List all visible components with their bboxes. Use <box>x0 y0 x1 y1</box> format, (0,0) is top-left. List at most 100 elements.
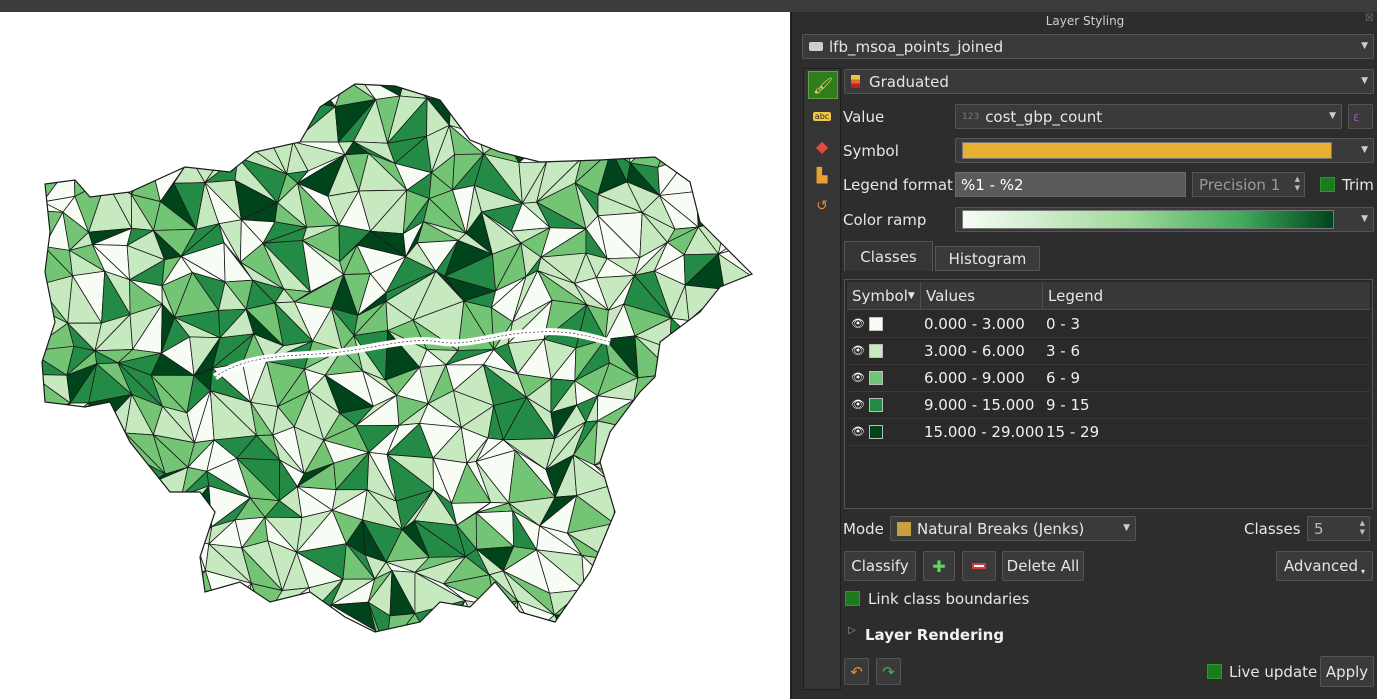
legend-format-input[interactable]: %1 - %2 <box>955 172 1186 197</box>
mode-select[interactable]: Natural Breaks (Jenks) ▼ <box>890 516 1136 541</box>
msoa-area <box>626 516 671 554</box>
class-symbol-swatch[interactable] <box>869 344 883 358</box>
3d-view-tab[interactable]: ◆ <box>808 133 836 159</box>
value-field-select[interactable]: 123 cost_gbp_count ▼ <box>955 104 1342 129</box>
msoa-area <box>653 373 703 411</box>
undo-button[interactable]: ↶ <box>844 658 869 685</box>
msoa-area <box>73 580 85 618</box>
msoa-area <box>645 430 674 451</box>
class-values[interactable]: 6.000 - 9.000 <box>924 369 1025 387</box>
visibility-eye-icon[interactable]: 👁 <box>851 317 865 330</box>
visibility-eye-icon[interactable]: 👁 <box>851 371 865 384</box>
class-legend[interactable]: 3 - 6 <box>1046 342 1080 360</box>
class-legend[interactable]: 6 - 9 <box>1046 369 1080 387</box>
msoa-area <box>720 493 752 516</box>
msoa-area <box>445 599 485 632</box>
map-canvas[interactable] <box>0 12 790 699</box>
msoa-area <box>52 125 90 161</box>
msoa-area <box>83 604 138 632</box>
class-legend[interactable]: 0 - 3 <box>1046 315 1080 333</box>
symbology-tab[interactable]: 🖌 <box>808 71 838 99</box>
visibility-eye-icon[interactable]: 👁 <box>851 344 865 357</box>
header-values-label: Values <box>926 286 976 305</box>
msoa-area <box>725 180 752 224</box>
cube-icon: ◆ <box>815 136 829 156</box>
advanced-button[interactable]: Advanced ▾ <box>1276 551 1373 581</box>
layer-select[interactable]: lfb_msoa_points_joined ▼ <box>802 34 1374 59</box>
msoa-area <box>42 402 71 428</box>
msoa-area <box>673 119 705 157</box>
msoa-area <box>42 509 76 564</box>
trim-checkbox[interactable] <box>1320 177 1335 192</box>
msoa-area <box>705 360 738 399</box>
tab-classes[interactable]: Classes <box>844 241 933 271</box>
symbol-preview <box>962 142 1332 159</box>
class-symbol-swatch[interactable] <box>869 425 883 439</box>
table-row[interactable]: 👁 9.000 - 15.000 9 - 15 <box>847 392 1370 419</box>
msoa-area <box>637 93 675 122</box>
msoa-area <box>545 119 582 163</box>
msoa-area <box>616 84 642 96</box>
msoa-area <box>158 540 197 584</box>
msoa-area <box>651 547 707 584</box>
msoa-area <box>84 119 136 164</box>
visibility-eye-icon[interactable]: 👁 <box>851 398 865 411</box>
header-legend[interactable]: Legend <box>1043 282 1370 309</box>
class-symbol-swatch[interactable] <box>869 371 883 385</box>
delete-all-button[interactable]: Delete All <box>1002 551 1084 581</box>
expression-button[interactable]: ε <box>1348 104 1373 129</box>
header-values[interactable]: Values <box>921 282 1043 309</box>
apply-label: Apply <box>1325 662 1369 681</box>
msoa-area <box>42 84 61 99</box>
symbol-button[interactable]: ▼ <box>955 138 1374 163</box>
classes-spinbox[interactable]: 5 ▲ ▼ <box>1307 516 1370 541</box>
add-class-button[interactable]: ✚ <box>923 551 955 581</box>
class-symbol-swatch[interactable] <box>869 398 883 412</box>
msoa-area <box>42 451 65 481</box>
class-symbol-swatch[interactable] <box>869 317 883 331</box>
renderer-select[interactable]: Graduated ▼ <box>844 69 1374 94</box>
diagrams-tab[interactable]: ▙ <box>808 163 836 189</box>
msoa-area <box>173 610 220 632</box>
apply-button[interactable]: Apply <box>1320 656 1374 687</box>
header-symbol[interactable]: Symbol ▼ <box>847 282 921 309</box>
msoa-area <box>728 159 746 183</box>
class-values[interactable]: 0.000 - 3.000 <box>924 315 1025 333</box>
classes-table[interactable]: Symbol ▼ Values Legend 👁 0.000 - 3.000 0 - … <box>844 279 1373 509</box>
tab-histogram[interactable]: Histogram <box>935 246 1040 271</box>
precision-spinbox[interactable]: Precision 1 ▲ ▼ <box>1192 172 1305 197</box>
layer-rendering-toggle[interactable]: ▷ <box>848 625 856 636</box>
msoa-area <box>151 125 191 166</box>
table-row[interactable]: 👁 3.000 - 6.000 3 - 6 <box>847 338 1370 365</box>
remove-class-button[interactable] <box>962 551 996 581</box>
msoa-area <box>719 611 752 632</box>
class-values[interactable]: 15.000 - 29.000 <box>924 423 1044 441</box>
table-row[interactable]: 👁 6.000 - 9.000 6 - 9 <box>847 365 1370 392</box>
labels-abc-icon: abc <box>812 111 832 121</box>
link-class-boundaries-checkbox[interactable] <box>845 591 860 606</box>
close-icon[interactable]: ☒ <box>1365 13 1374 24</box>
class-values[interactable]: 3.000 - 6.000 <box>924 342 1025 360</box>
msoa-area <box>670 600 705 632</box>
live-update-checkbox[interactable] <box>1207 664 1222 679</box>
class-legend[interactable]: 15 - 29 <box>1046 423 1099 441</box>
class-legend[interactable]: 9 - 15 <box>1046 396 1090 414</box>
history-tab[interactable]: ↺ <box>808 193 836 219</box>
layer-rendering-header[interactable]: Layer Rendering <box>865 626 1004 644</box>
spin-arrows-icon: ▲ ▼ <box>1294 175 1300 192</box>
class-values[interactable]: 9.000 - 15.000 <box>924 396 1034 414</box>
msoa-area <box>553 614 574 632</box>
table-row[interactable]: 👁 15.000 - 29.000 15 - 29 <box>847 419 1370 446</box>
redo-button[interactable]: ↷ <box>876 658 901 685</box>
color-ramp-select[interactable]: ▼ <box>955 207 1374 232</box>
msoa-area <box>145 581 178 612</box>
msoa-area <box>702 396 733 438</box>
msoa-area <box>689 142 738 161</box>
visibility-eye-icon[interactable]: 👁 <box>851 425 865 438</box>
msoa-area <box>426 84 467 100</box>
msoa-area <box>699 465 736 496</box>
msoa-area <box>504 84 538 111</box>
labels-tab[interactable]: abc <box>808 103 836 129</box>
table-row[interactable]: 👁 0.000 - 3.000 0 - 3 <box>847 311 1370 338</box>
classify-button[interactable]: Classify <box>844 551 916 581</box>
